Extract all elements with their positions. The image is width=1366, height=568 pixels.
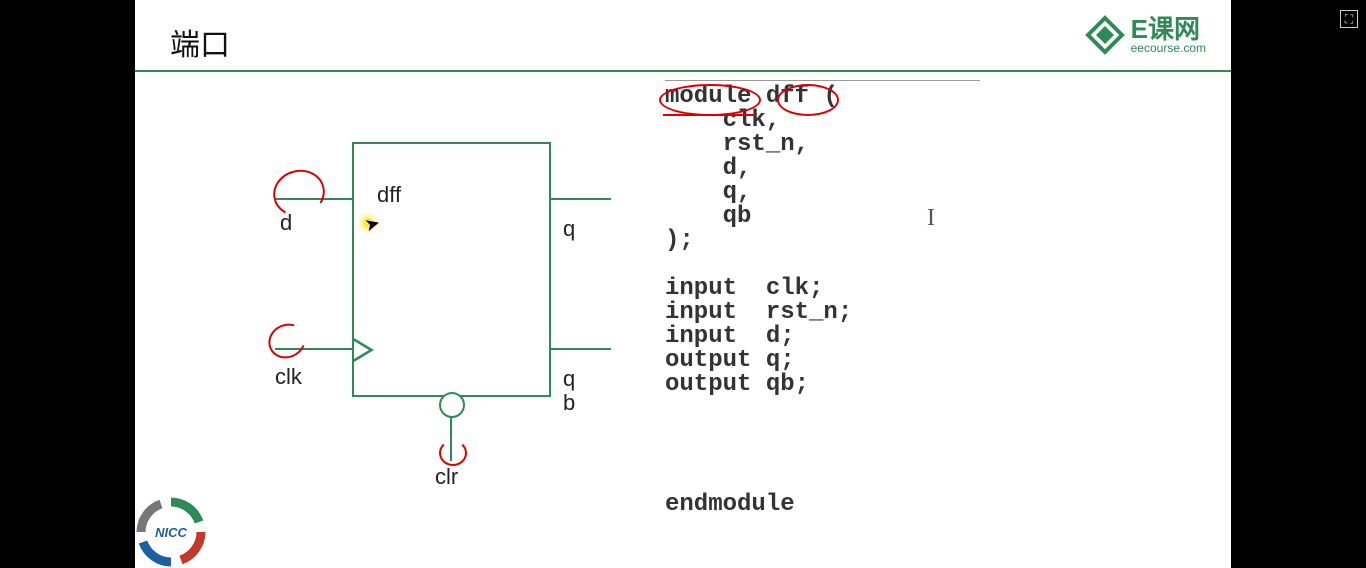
inverter-bubble-icon [439, 392, 465, 418]
port-label-q: q [563, 216, 575, 242]
svg-text:NICC: NICC [155, 525, 187, 540]
red-circle-clk [263, 318, 312, 365]
text-cursor-icon: I [927, 205, 935, 232]
red-circle-d [268, 164, 330, 222]
logo-text-cn: E课网 [1131, 16, 1206, 42]
dff-box [352, 142, 551, 397]
red-circle-dff [777, 84, 839, 116]
code-top-rule [665, 80, 980, 81]
red-underline-module [663, 114, 755, 116]
slide: 端口 E课网 eecourse.com dff d clk q q b [135, 0, 1231, 568]
port-label-clr: clr [435, 464, 458, 490]
wire-qb [549, 348, 611, 350]
port-label-clk: clk [275, 364, 302, 390]
page-title: 端口 [170, 20, 230, 64]
dff-box-label: dff [377, 182, 401, 208]
brand-logo: E课网 eecourse.com [1085, 15, 1206, 55]
red-circle-clr [439, 440, 467, 466]
red-circle-module [659, 84, 761, 116]
dff-diagram: dff d clk q q b clr ➤ [195, 120, 635, 540]
port-label-qb-bottom: b [563, 390, 575, 416]
logo-text-url: eecourse.com [1131, 42, 1206, 54]
verilog-code: module dff ( clk, rst_n, d, q, qb ); inp… [665, 85, 852, 517]
clock-triangle-icon [354, 338, 374, 362]
wire-q [549, 198, 611, 200]
fullscreen-icon[interactable]: ⛶ [1340, 10, 1358, 28]
nicc-logo: NICC [135, 496, 207, 568]
logo-icon [1085, 15, 1125, 55]
port-label-qb-top: q [563, 366, 575, 392]
title-divider [135, 70, 1231, 72]
